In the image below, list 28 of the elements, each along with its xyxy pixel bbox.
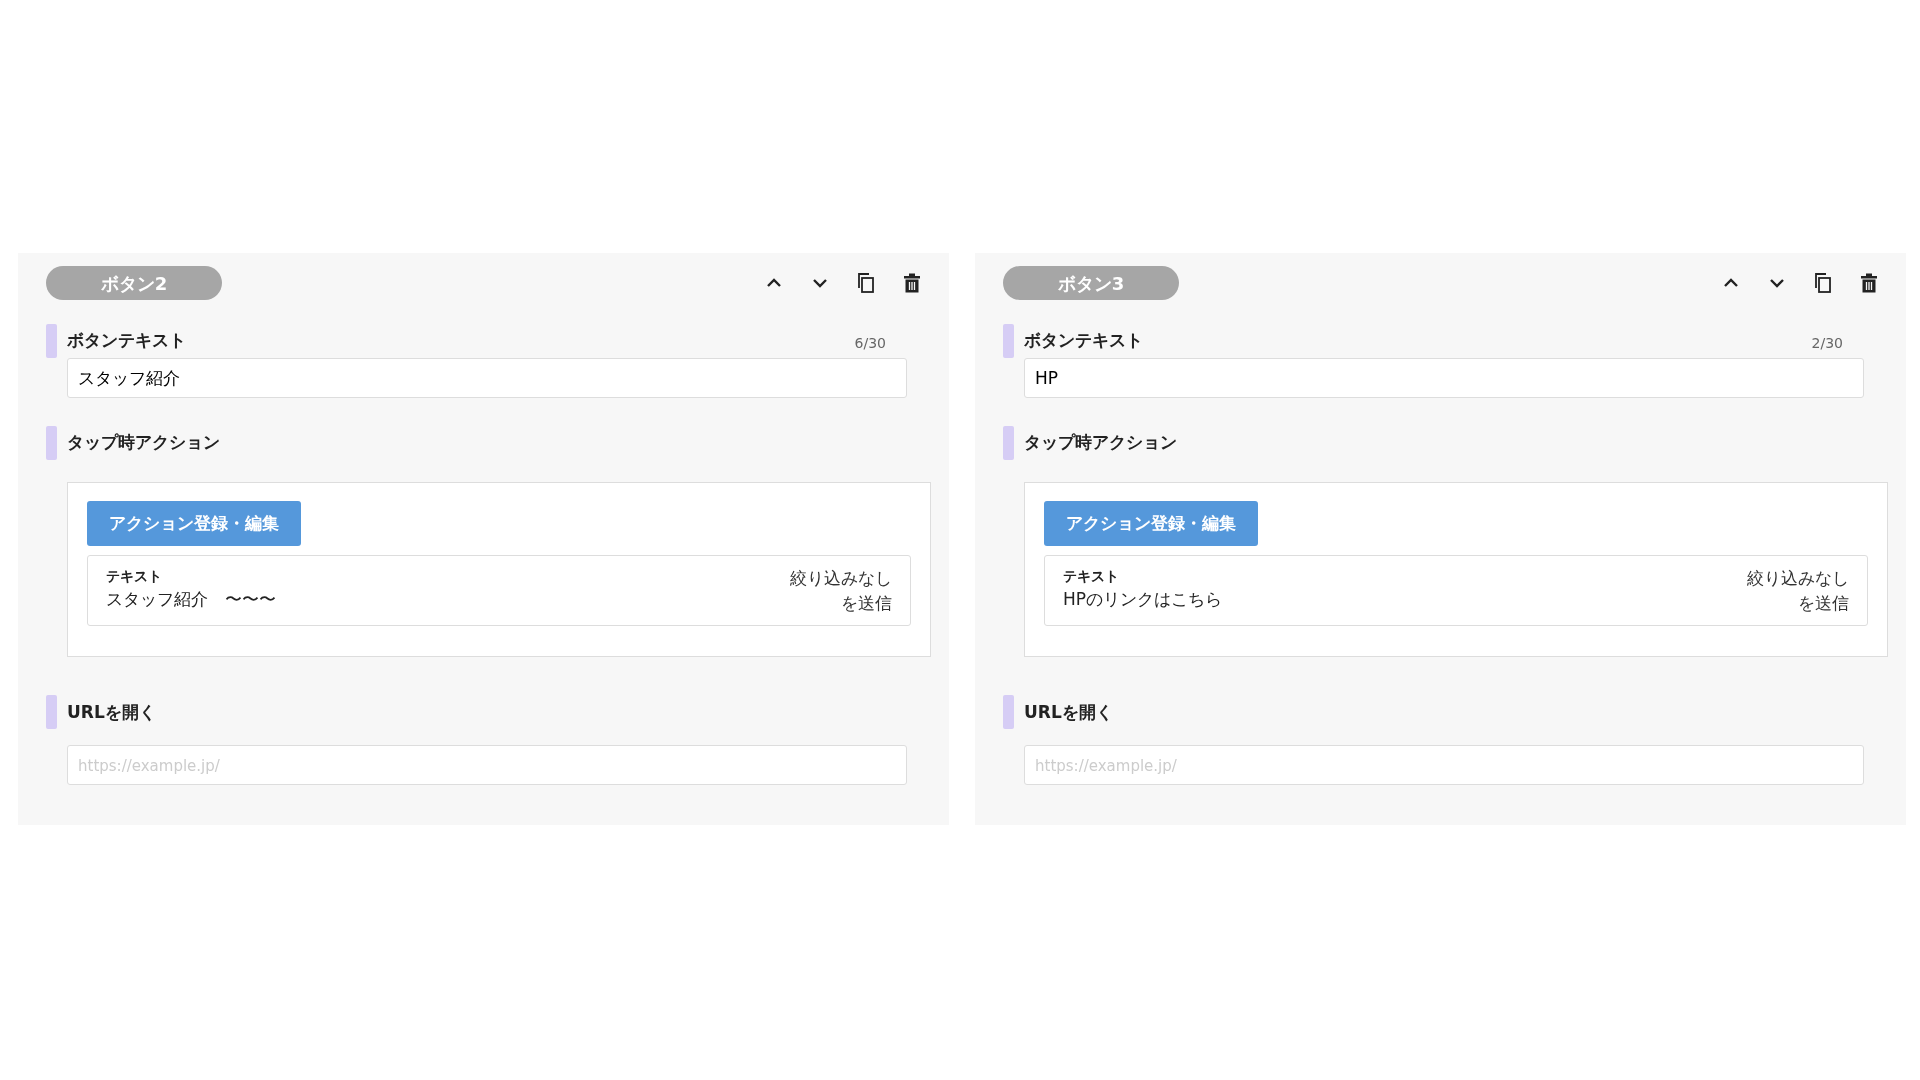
- section-marker: [1003, 695, 1014, 730]
- action-edit-button[interactable]: アクション登録・編集: [1044, 501, 1258, 546]
- button-name-tab[interactable]: ボタン2: [46, 266, 222, 300]
- action-filter-text: 絞り込みなし: [790, 567, 892, 590]
- section-marker: [1003, 426, 1014, 460]
- action-edit-button[interactable]: アクション登録・編集: [87, 501, 301, 546]
- button-text-field[interactable]: スタッフ紹介: [67, 358, 907, 398]
- action-type: テキスト: [106, 567, 163, 586]
- character-counter: 2/30: [1811, 334, 1843, 353]
- section-label: URLを開く: [67, 700, 156, 724]
- section-label: URLを開く: [1024, 700, 1113, 724]
- section-label: ボタンテキスト: [1024, 329, 1143, 353]
- section-marker: [46, 426, 57, 460]
- button-text-field[interactable]: HP: [1024, 358, 1864, 398]
- button-name-tab[interactable]: ボタン3: [1003, 266, 1179, 300]
- action-filter-text: 絞り込みなし: [1747, 567, 1849, 590]
- section-label: タップ時アクション: [1024, 431, 1177, 455]
- section-marker: [46, 695, 57, 730]
- action-message-text: スタッフ紹介 〜〜〜: [106, 588, 276, 611]
- action-message-text: HPのリンクはこちら: [1063, 588, 1223, 611]
- action-type: テキスト: [1063, 567, 1120, 586]
- action-filter-text: を送信: [840, 591, 892, 615]
- section-marker: [46, 324, 57, 358]
- action-filter-text: を送信: [1797, 591, 1849, 615]
- character-counter: 6/30: [854, 334, 886, 353]
- section-label: タップ時アクション: [67, 431, 220, 455]
- section-marker: [1003, 324, 1014, 358]
- section-label: ボタンテキスト: [67, 329, 186, 353]
